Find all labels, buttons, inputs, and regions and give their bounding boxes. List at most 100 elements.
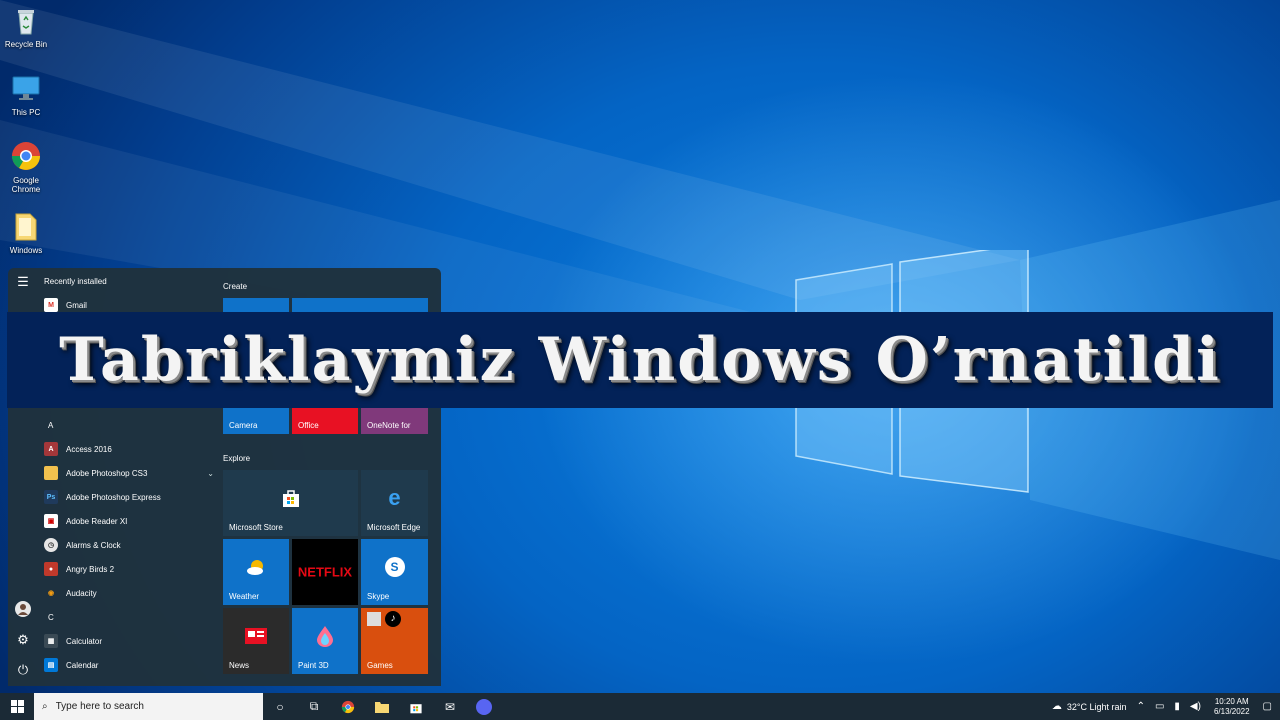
desktop-icon-recycle-bin[interactable]: Recycle Bin xyxy=(2,4,50,49)
task-view-icon: ⧉ xyxy=(309,699,319,713)
gmail-icon: M xyxy=(44,298,58,312)
app-label: Adobe Reader XI xyxy=(66,516,128,526)
tile-label: Microsoft Edge xyxy=(367,523,421,532)
tile-netflix[interactable]: NETFLIX xyxy=(292,539,358,605)
taskbar-file-explorer[interactable] xyxy=(365,693,399,720)
desktop-icon-google-chrome[interactable]: Google Chrome xyxy=(2,140,50,194)
app-label: Adobe Photoshop Express xyxy=(66,492,161,502)
app-calendar[interactable]: ▤ Calendar xyxy=(44,655,214,675)
clock-time: 10:20 AM xyxy=(1214,696,1249,706)
app-label: Adobe Photoshop CS3 xyxy=(66,468,148,478)
app-label: Gmail xyxy=(66,300,87,310)
roblox-icon xyxy=(367,612,381,626)
app-calculator[interactable]: ▦ Calculator xyxy=(44,631,214,651)
taskbar-chrome[interactable] xyxy=(331,693,365,720)
app-audacity[interactable]: ◉ Audacity xyxy=(44,583,214,603)
folder-icon xyxy=(44,466,58,480)
tile-news[interactable]: News xyxy=(223,608,289,674)
network-icon[interactable]: ▭ xyxy=(1155,701,1164,712)
cortana-button[interactable]: ○ xyxy=(263,693,297,720)
cloud-rain-icon[interactable]: ☁ xyxy=(1052,701,1062,712)
letter-header-a[interactable]: A xyxy=(48,421,53,430)
folder-icon xyxy=(15,213,37,241)
tile-microsoft-store[interactable]: Microsoft Store xyxy=(223,470,358,536)
tile-label: Skype xyxy=(367,592,390,601)
folder-icon xyxy=(375,701,389,713)
store-icon xyxy=(282,489,299,507)
news-icon xyxy=(245,627,267,644)
tile-label: Office xyxy=(298,421,319,430)
store-icon xyxy=(410,703,422,713)
desktop-icon-windows-folder[interactable]: Windows xyxy=(2,210,50,255)
taskbar-discord[interactable] xyxy=(467,693,501,720)
tile-label: News xyxy=(229,661,250,670)
search-input[interactable] xyxy=(55,701,236,712)
app-adobe-photoshop-express[interactable]: Ps Adobe Photoshop Express xyxy=(44,487,214,507)
notification-icon[interactable]: ▢ xyxy=(1263,701,1272,712)
desktop-icon-this-pc[interactable]: This PC xyxy=(2,72,50,117)
calculator-icon: ▦ xyxy=(44,634,58,648)
skype-icon: S xyxy=(384,556,405,577)
battery-icon[interactable]: ▮ xyxy=(1174,701,1180,712)
tile-label: Weather xyxy=(229,592,260,601)
paint3d-icon xyxy=(317,625,333,647)
tile-label: Camera xyxy=(229,421,258,430)
start-button[interactable] xyxy=(0,693,34,720)
tile-create-top-left[interactable] xyxy=(223,298,289,312)
tile-games[interactable]: ♪ Games xyxy=(361,608,428,674)
alarm-clock-icon: ◷ xyxy=(44,538,58,552)
taskbar-mail[interactable]: ✉ xyxy=(433,693,467,720)
calendar-icon: ▤ xyxy=(44,658,58,672)
avatar-icon xyxy=(15,601,31,617)
letter-header-c[interactable]: C xyxy=(48,613,54,622)
chevron-down-icon[interactable]: ⌄ xyxy=(207,469,214,478)
hamburger-icon[interactable]: ☰ xyxy=(15,274,31,290)
search-icon: ⌕ xyxy=(42,701,48,712)
edge-icon: e xyxy=(388,484,401,510)
desktop-icon-label: This PC xyxy=(11,108,41,117)
user-avatar[interactable] xyxy=(15,601,31,617)
task-view-button[interactable]: ⧉ xyxy=(297,693,331,720)
tile-skype[interactable]: S Skype xyxy=(361,539,428,605)
mail-icon: ✉ xyxy=(444,699,456,714)
app-label: Access 2016 xyxy=(66,444,112,454)
photoshop-express-icon: Ps xyxy=(44,490,58,504)
weather-icon xyxy=(247,559,263,575)
weather-readout[interactable]: 32°C Light rain xyxy=(1067,702,1127,712)
taskbar-search-box[interactable]: ⌕ xyxy=(34,693,263,720)
audacity-icon: ◉ xyxy=(47,590,55,597)
tile-create-top-wide[interactable] xyxy=(292,298,428,312)
app-label: Alarms & Clock xyxy=(66,540,121,550)
chevron-up-icon[interactable]: ⌃ xyxy=(1137,701,1145,712)
adobe-reader-icon: ▣ xyxy=(44,514,58,528)
app-label: Calendar xyxy=(66,660,99,670)
app-alarms-clock[interactable]: ◷ Alarms & Clock xyxy=(44,535,214,555)
tile-microsoft-edge[interactable]: e Microsoft Edge xyxy=(361,470,428,536)
taskbar: ⌕ ○ ⧉ ✉ ☁ 32°C Light rain ⌃ ▭ ▮ ◀) 10:20… xyxy=(0,693,1280,720)
desktop-icon-label: Windows xyxy=(9,246,43,255)
cortana-circle-icon: ○ xyxy=(276,699,284,714)
tile-weather[interactable]: Weather xyxy=(223,539,289,605)
system-tray: ☁ 32°C Light rain ⌃ ▭ ▮ ◀) 10:20 AM 6/13… xyxy=(1047,693,1280,720)
tile-label: OneNote for xyxy=(367,421,411,430)
power-icon[interactable]: ⏻ xyxy=(15,662,31,678)
monitor-icon xyxy=(12,76,40,100)
chrome-icon xyxy=(12,142,40,170)
app-label: Audacity xyxy=(66,588,97,598)
tile-label: Games xyxy=(367,661,393,670)
app-label: Angry Birds 2 xyxy=(66,564,115,574)
app-access-2016[interactable]: A Access 2016 xyxy=(44,439,214,459)
clock[interactable]: 10:20 AM 6/13/2022 xyxy=(1214,697,1250,717)
taskbar-microsoft-store[interactable] xyxy=(399,693,433,720)
recycle-bin-icon xyxy=(18,10,34,35)
app-adobe-photoshop-cs3[interactable]: Adobe Photoshop CS3 ⌄ xyxy=(44,463,214,483)
app-angry-birds-2[interactable]: ● Angry Birds 2 xyxy=(44,559,214,579)
app-adobe-reader-xi[interactable]: ▣ Adobe Reader XI xyxy=(44,511,214,531)
settings-gear-icon[interactable]: ⚙ xyxy=(15,632,31,648)
netflix-icon: NETFLIX xyxy=(297,564,353,580)
windows-logo-icon xyxy=(10,700,24,713)
tile-label: Paint 3D xyxy=(298,661,329,670)
angry-birds-icon: ● xyxy=(44,562,58,576)
volume-icon[interactable]: ◀) xyxy=(1190,701,1201,712)
tile-paint-3d[interactable]: Paint 3D xyxy=(292,608,358,674)
